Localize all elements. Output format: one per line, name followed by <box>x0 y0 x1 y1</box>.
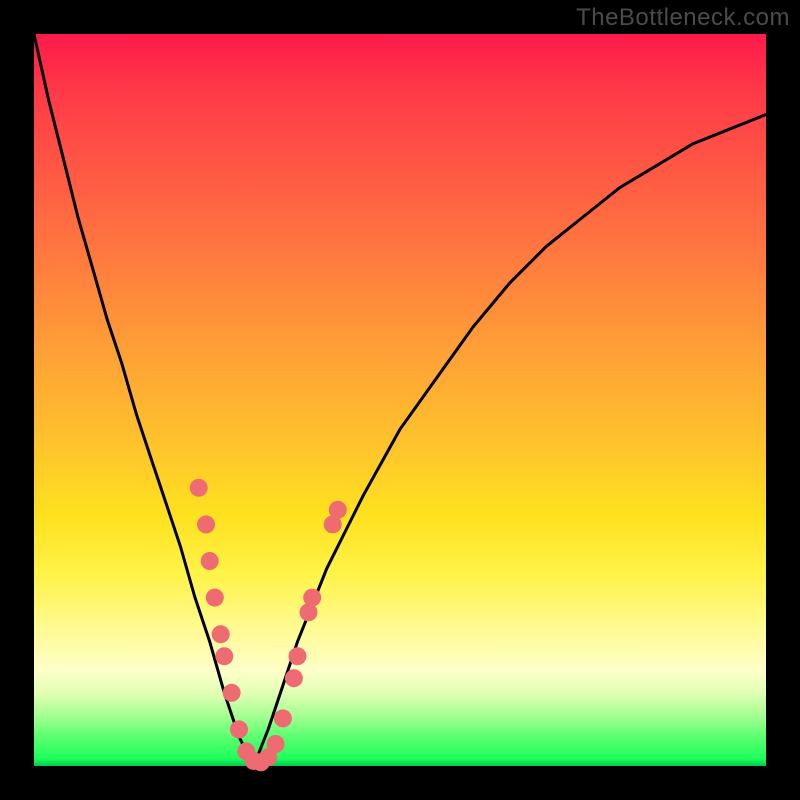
curve-marker <box>274 709 292 727</box>
curve-marker <box>215 647 233 665</box>
curve-marker <box>329 501 347 519</box>
curve-marker <box>285 669 303 687</box>
curve-marker <box>223 684 241 702</box>
curve-marker <box>190 479 208 497</box>
curve-marker <box>206 589 224 607</box>
chart-canvas: TheBottleneck.com <box>0 0 800 800</box>
bottleneck-curve <box>34 34 766 766</box>
curve-marker <box>230 720 248 738</box>
curve-marker <box>303 589 321 607</box>
plot-area <box>34 34 766 766</box>
curve-marker <box>197 515 215 533</box>
curve-marker <box>212 625 230 643</box>
curve-marker <box>267 735 285 753</box>
curve-marker <box>289 647 307 665</box>
curve-line <box>34 34 766 766</box>
watermark: TheBottleneck.com <box>576 4 790 32</box>
curve-marker <box>201 552 219 570</box>
